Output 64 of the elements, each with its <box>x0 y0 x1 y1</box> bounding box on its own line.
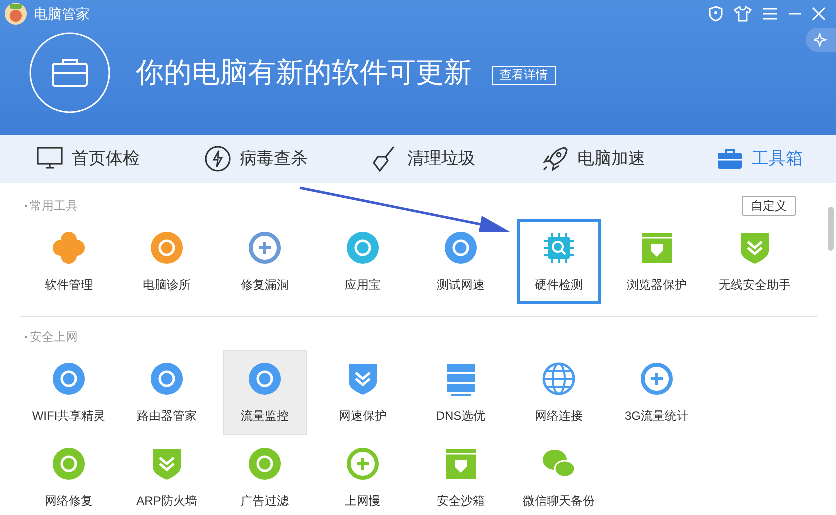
customize-button[interactable]: 自定义 <box>742 196 796 216</box>
nav-tab[interactable]: 电脑加速 <box>541 135 716 183</box>
tool-label: 应用宝 <box>345 276 381 294</box>
tool-item[interactable]: DNS选优 <box>419 350 503 435</box>
tool-item[interactable]: 测试网速 <box>419 219 503 304</box>
tool-item[interactable]: 网络连接 <box>517 350 601 435</box>
tool-item[interactable]: 广告过滤 <box>223 435 307 515</box>
tool-label: 流量监控 <box>241 408 289 424</box>
tool-label: 广告过滤 <box>241 492 289 510</box>
tool-item[interactable]: ARP防火墙 <box>125 435 209 515</box>
tool-label: ARP防火墙 <box>136 492 198 510</box>
section-title: 常用工具 <box>29 198 78 215</box>
tool-label: 无线安全助手 <box>719 276 791 294</box>
tool-item[interactable]: 微信聊天备份 <box>517 435 601 515</box>
nav-tab[interactable]: 病毒查杀 <box>204 135 372 183</box>
shield-icon[interactable] <box>708 6 724 22</box>
menu-icon[interactable] <box>762 7 778 21</box>
tool-item[interactable]: 浏览器保护 <box>615 219 699 304</box>
tool-label: 路由器管家 <box>137 408 197 424</box>
nav-tab[interactable]: 清理垃圾 <box>372 135 542 183</box>
lightning-icon <box>204 145 232 173</box>
tool-item[interactable]: 上网慢 <box>321 435 405 515</box>
tool-item[interactable]: 安全沙箱 <box>419 435 503 515</box>
tool-label: 修复漏洞 <box>241 276 289 294</box>
tool-item[interactable]: 3G流量统计 <box>615 350 699 435</box>
tool-item[interactable]: 软件管理 <box>27 219 111 304</box>
tool-label: 浏览器保护 <box>627 276 687 294</box>
tool-label: 微信聊天备份 <box>523 492 595 510</box>
details-button[interactable]: 查看详情 <box>492 66 556 84</box>
tool-label: 软件管理 <box>45 276 93 294</box>
tool-label: 电脑诊所 <box>143 276 191 294</box>
scrollbar-thumb[interactable] <box>828 207 834 251</box>
tool-label: 网络修复 <box>45 492 93 510</box>
tool-label: WIFI共享精灵 <box>32 408 106 424</box>
tool-item[interactable]: 硬件检测 <box>517 219 601 304</box>
banner-headline: 你的电脑有新的软件可更新 <box>136 56 472 90</box>
tool-item[interactable]: WIFI共享精灵 <box>27 350 111 435</box>
window-title: 电脑管家 <box>34 4 90 24</box>
toolbox-icon <box>29 32 111 114</box>
tool-item[interactable]: 流量监控 <box>223 350 307 435</box>
tool-label: 测试网速 <box>437 276 485 294</box>
rocket-icon <box>541 145 570 173</box>
tool-label: 网速保护 <box>339 408 387 424</box>
section-title: 安全上网 <box>29 328 78 346</box>
tool-label: 网络连接 <box>535 408 583 424</box>
close-icon[interactable] <box>812 7 826 21</box>
nav-tab[interactable]: 首页体检 <box>36 135 204 183</box>
tool-item[interactable]: 电脑诊所 <box>125 219 209 304</box>
tool-item[interactable]: 网速保护 <box>321 350 405 435</box>
tool-label: 3G流量统计 <box>624 408 689 424</box>
tool-label: 硬件检测 <box>535 276 583 294</box>
tool-item[interactable]: 路由器管家 <box>125 350 209 435</box>
sparkle-button[interactable] <box>806 28 836 52</box>
nav-tab[interactable]: 工具箱 <box>716 135 836 183</box>
tool-label: 上网慢 <box>345 492 381 510</box>
tool-item[interactable]: 无线安全助手 <box>713 219 797 304</box>
sparkle-icon <box>814 33 828 47</box>
tool-item[interactable]: 应用宝 <box>321 219 405 304</box>
shirt-icon[interactable] <box>734 6 752 22</box>
tool-label: 安全沙箱 <box>437 492 485 510</box>
tool-item[interactable]: 修复漏洞 <box>223 219 307 304</box>
tool-label: DNS选优 <box>436 408 486 424</box>
logo-icon <box>4 2 28 26</box>
tool-item[interactable]: 网络修复 <box>27 435 111 515</box>
